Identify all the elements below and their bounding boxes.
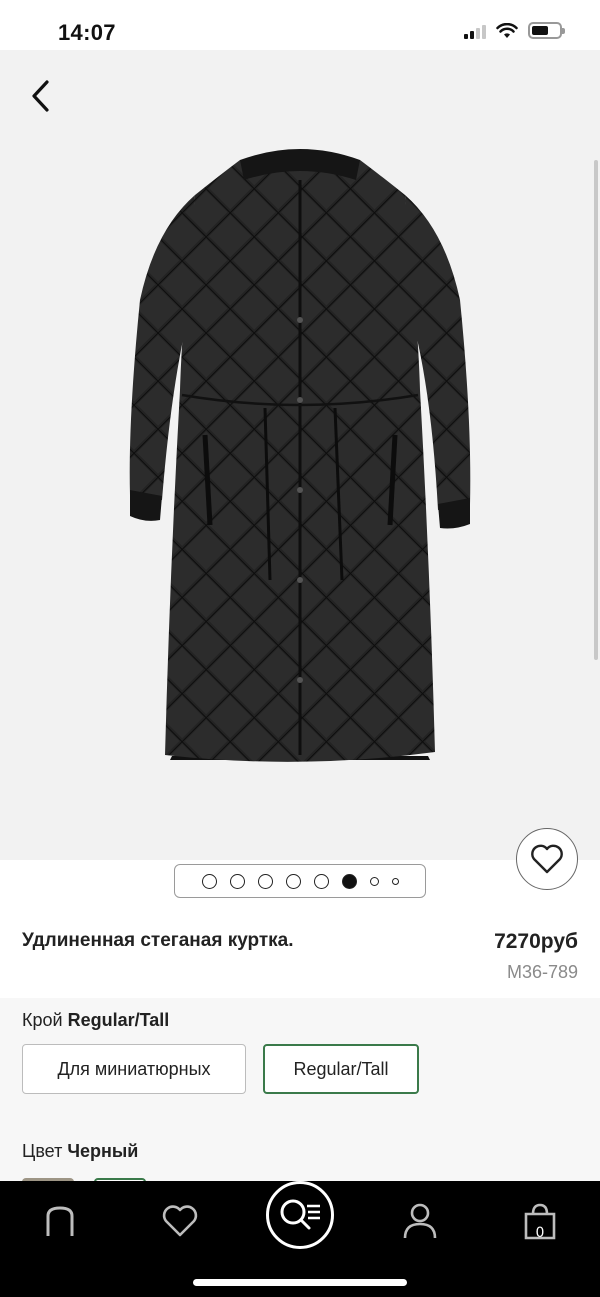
pagination-dot[interactable] [229,873,245,889]
colour-label: Цвет Черный [22,1141,138,1162]
colour-selected-value: Черный [67,1141,139,1161]
fit-option-regular-tall-button[interactable]: Regular/Tall [263,1044,419,1094]
product-image [129,149,471,762]
product-code: M36-789 [506,962,578,982]
product-gallery[interactable] [0,50,600,860]
fit-selected-value: Regular/Tall [67,1010,170,1030]
wifi-icon [496,22,518,38]
shopping-bag-icon: 0 [522,1202,558,1241]
image-pagination[interactable] [174,864,426,898]
add-to-wishlist-button[interactable] [516,828,578,890]
status-bar: 14:07 [0,0,600,50]
fit-label: Крой Regular/Tall [22,1010,169,1031]
home-logo-icon [46,1206,74,1236]
home-indicator [193,1279,407,1286]
pagination-dot[interactable] [257,873,273,889]
wishlist-heart-icon [531,844,563,874]
gallery-scrollbar[interactable] [594,160,598,660]
product-options: Крой Regular/Tall Для миниатюрных Regula… [0,998,600,1198]
search-icon [280,1199,320,1230]
colour-label-text: Цвет [22,1141,63,1161]
pagination-dot[interactable] [313,873,329,889]
pagination-dot[interactable] [201,873,217,889]
pagination-dot[interactable] [369,876,379,886]
battery-icon [528,22,565,39]
tab-account[interactable] [390,1191,450,1251]
bottom-tab-bar: 0 [0,1181,600,1297]
tab-bag[interactable]: 0 [510,1191,570,1251]
tab-home[interactable] [30,1191,90,1251]
favourites-heart-icon [162,1205,198,1237]
status-icons [464,22,565,39]
pagination-dot-active[interactable] [341,873,357,889]
pagination-dot[interactable] [391,877,399,885]
bag-count: 0 [535,1225,545,1241]
back-arrow-icon [32,80,49,112]
fit-label-text: Крой [22,1010,63,1030]
product-title: Удлиненная стеганая куртка. [22,930,294,951]
signal-icon [464,23,486,39]
tab-favourites[interactable] [150,1191,210,1251]
tab-search[interactable] [266,1181,334,1249]
back-button[interactable] [22,78,58,114]
status-time: 14:07 [58,20,116,45]
fit-option-petite-button[interactable]: Для миниатюрных [22,1044,246,1094]
product-price: 7270руб [494,930,578,953]
account-icon [403,1203,437,1239]
pagination-dot[interactable] [285,873,301,889]
